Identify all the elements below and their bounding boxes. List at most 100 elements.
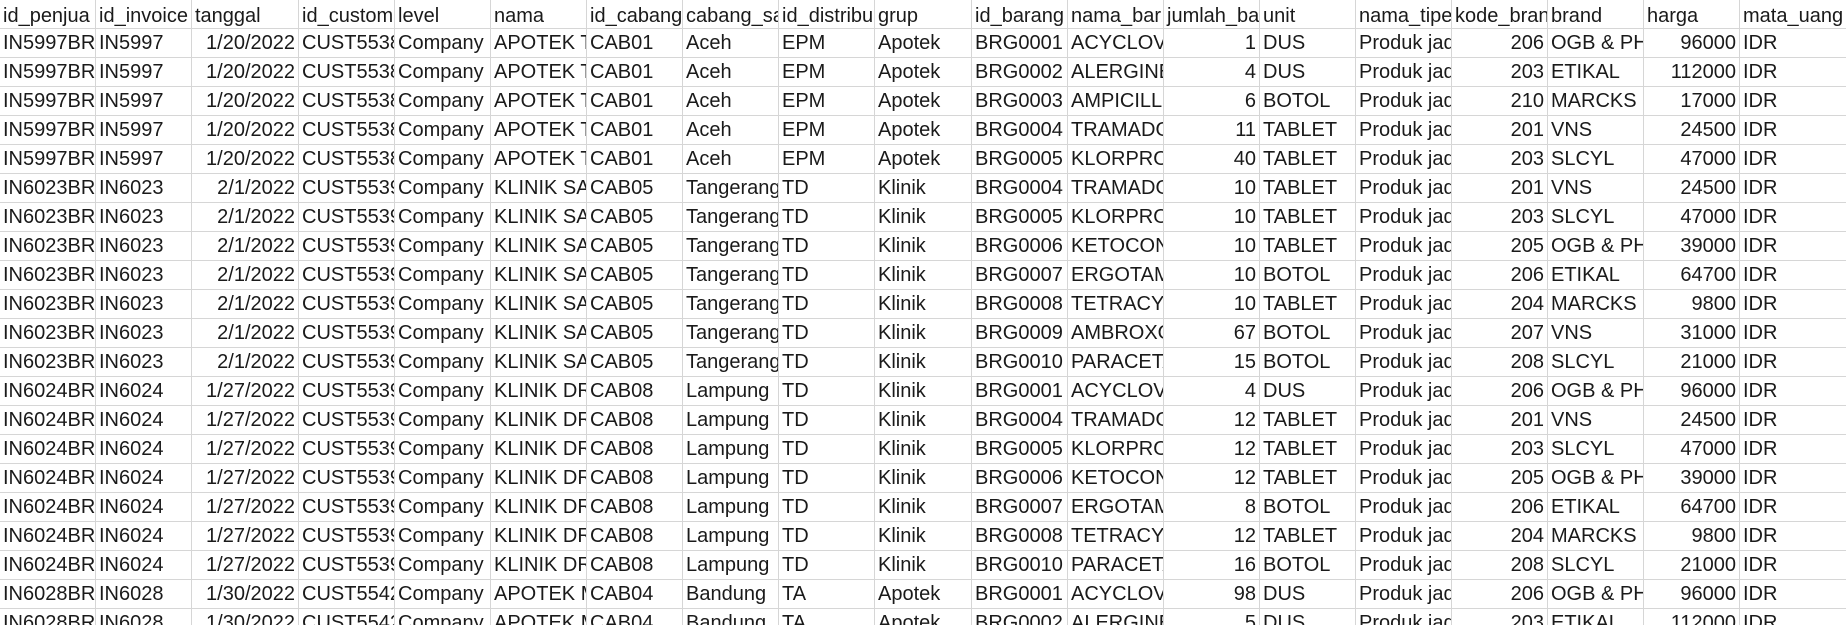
cell-jumlah-ba[interactable]: 4: [1164, 58, 1260, 87]
cell-mata-uang[interactable]: IDR: [1740, 551, 1846, 580]
cell-nama-bar[interactable]: KLORPRON: [1068, 203, 1164, 232]
cell-harga[interactable]: 112000: [1644, 609, 1740, 625]
cell-tanggal[interactable]: 2/1/2022: [192, 232, 299, 261]
cell-jumlah-ba[interactable]: 6: [1164, 87, 1260, 116]
cell-id-custom[interactable]: CUST5539: [299, 232, 395, 261]
cell-id-invoice[interactable]: IN6023: [96, 174, 192, 203]
cell-id-distribu[interactable]: TD: [779, 348, 875, 377]
cell-mata-uang[interactable]: IDR: [1740, 232, 1846, 261]
cell-nama[interactable]: APOTEK T: [491, 145, 587, 174]
column-header-nama-bar[interactable]: nama_bar: [1068, 0, 1164, 29]
cell-harga[interactable]: 21000: [1644, 551, 1740, 580]
cell-mata-uang[interactable]: IDR: [1740, 29, 1846, 58]
cell-id-barang[interactable]: BRG0001: [972, 580, 1068, 609]
cell-cabang-sa[interactable]: Tangerang: [683, 174, 779, 203]
cell-id-cabang[interactable]: CAB08: [587, 464, 683, 493]
column-header-brand[interactable]: brand: [1548, 0, 1644, 29]
cell-brand[interactable]: OGB & PH: [1548, 377, 1644, 406]
column-header-kode-bran[interactable]: kode_bran: [1452, 0, 1548, 29]
cell-nama-tipe[interactable]: Produk jad: [1356, 609, 1452, 625]
cell-nama-tipe[interactable]: Produk jad: [1356, 58, 1452, 87]
cell-id-cabang[interactable]: CAB05: [587, 348, 683, 377]
cell-harga[interactable]: 9800: [1644, 290, 1740, 319]
cell-nama-bar[interactable]: ERGOTAM: [1068, 261, 1164, 290]
cell-grup[interactable]: Klinik: [875, 348, 972, 377]
cell-nama-bar[interactable]: TETRACYC: [1068, 522, 1164, 551]
cell-id-invoice[interactable]: IN5997: [96, 87, 192, 116]
cell-id-distribu[interactable]: TD: [779, 290, 875, 319]
cell-cabang-sa[interactable]: Tangerang: [683, 232, 779, 261]
cell-harga[interactable]: 31000: [1644, 319, 1740, 348]
cell-nama-tipe[interactable]: Produk jad: [1356, 232, 1452, 261]
column-header-cabang-sa[interactable]: cabang_sa: [683, 0, 779, 29]
cell-kode-bran[interactable]: 206: [1452, 377, 1548, 406]
cell-id-invoice[interactable]: IN6024: [96, 406, 192, 435]
cell-id-penjua[interactable]: IN6023BR: [0, 319, 96, 348]
cell-jumlah-ba[interactable]: 12: [1164, 406, 1260, 435]
cell-tanggal[interactable]: 1/27/2022: [192, 377, 299, 406]
cell-id-custom[interactable]: CUST5539: [299, 348, 395, 377]
column-header-tanggal[interactable]: tanggal: [192, 0, 299, 29]
cell-level[interactable]: Company: [395, 319, 491, 348]
cell-brand[interactable]: SLCYL: [1548, 551, 1644, 580]
cell-nama-bar[interactable]: PARACETA: [1068, 551, 1164, 580]
cell-jumlah-ba[interactable]: 12: [1164, 435, 1260, 464]
cell-kode-bran[interactable]: 203: [1452, 435, 1548, 464]
cell-id-barang[interactable]: BRG0003: [972, 87, 1068, 116]
cell-kode-bran[interactable]: 210: [1452, 87, 1548, 116]
cell-unit[interactable]: TABLET: [1260, 174, 1356, 203]
cell-level[interactable]: Company: [395, 493, 491, 522]
cell-jumlah-ba[interactable]: 10: [1164, 174, 1260, 203]
cell-kode-bran[interactable]: 203: [1452, 58, 1548, 87]
cell-nama[interactable]: KLINIK DR.: [491, 522, 587, 551]
cell-mata-uang[interactable]: IDR: [1740, 319, 1846, 348]
cell-harga[interactable]: 17000: [1644, 87, 1740, 116]
cell-nama-tipe[interactable]: Produk jad: [1356, 435, 1452, 464]
cell-id-penjua[interactable]: IN6023BR: [0, 174, 96, 203]
cell-nama-bar[interactable]: KETOCONA: [1068, 464, 1164, 493]
cell-mata-uang[interactable]: IDR: [1740, 609, 1846, 625]
cell-id-cabang[interactable]: CAB04: [587, 609, 683, 625]
cell-level[interactable]: Company: [395, 116, 491, 145]
cell-id-barang[interactable]: BRG0008: [972, 290, 1068, 319]
cell-id-barang[interactable]: BRG0007: [972, 493, 1068, 522]
cell-id-invoice[interactable]: IN6023: [96, 290, 192, 319]
cell-nama[interactable]: KLINIK SAH: [491, 203, 587, 232]
cell-kode-bran[interactable]: 207: [1452, 319, 1548, 348]
cell-mata-uang[interactable]: IDR: [1740, 87, 1846, 116]
cell-id-distribu[interactable]: EPM: [779, 29, 875, 58]
cell-id-barang[interactable]: BRG0002: [972, 58, 1068, 87]
cell-harga[interactable]: 96000: [1644, 580, 1740, 609]
cell-jumlah-ba[interactable]: 12: [1164, 522, 1260, 551]
cell-nama[interactable]: APOTEK T: [491, 87, 587, 116]
cell-nama-bar[interactable]: ACYCLOVI: [1068, 580, 1164, 609]
cell-nama[interactable]: APOTEK T: [491, 29, 587, 58]
cell-id-invoice[interactable]: IN5997: [96, 58, 192, 87]
cell-unit[interactable]: TABLET: [1260, 435, 1356, 464]
cell-mata-uang[interactable]: IDR: [1740, 145, 1846, 174]
cell-id-custom[interactable]: CUST5542: [299, 609, 395, 625]
cell-nama-tipe[interactable]: Produk jad: [1356, 261, 1452, 290]
cell-grup[interactable]: Klinik: [875, 435, 972, 464]
cell-id-custom[interactable]: CUST5539: [299, 406, 395, 435]
cell-kode-bran[interactable]: 201: [1452, 406, 1548, 435]
cell-id-cabang[interactable]: CAB05: [587, 174, 683, 203]
cell-cabang-sa[interactable]: Lampung: [683, 406, 779, 435]
cell-id-barang[interactable]: BRG0005: [972, 203, 1068, 232]
cell-mata-uang[interactable]: IDR: [1740, 58, 1846, 87]
cell-harga[interactable]: 47000: [1644, 435, 1740, 464]
cell-id-distribu[interactable]: TD: [779, 232, 875, 261]
cell-grup[interactable]: Klinik: [875, 551, 972, 580]
cell-id-custom[interactable]: CUST5539: [299, 174, 395, 203]
cell-tanggal[interactable]: 2/1/2022: [192, 174, 299, 203]
cell-id-custom[interactable]: CUST5539: [299, 522, 395, 551]
cell-nama-bar[interactable]: AMPICILLI: [1068, 87, 1164, 116]
cell-tanggal[interactable]: 1/27/2022: [192, 464, 299, 493]
cell-nama-tipe[interactable]: Produk jad: [1356, 522, 1452, 551]
cell-cabang-sa[interactable]: Tangerang: [683, 203, 779, 232]
cell-id-custom[interactable]: CUST5539: [299, 551, 395, 580]
cell-id-invoice[interactable]: IN6024: [96, 522, 192, 551]
cell-level[interactable]: Company: [395, 348, 491, 377]
cell-id-barang[interactable]: BRG0010: [972, 551, 1068, 580]
cell-id-distribu[interactable]: TD: [779, 174, 875, 203]
